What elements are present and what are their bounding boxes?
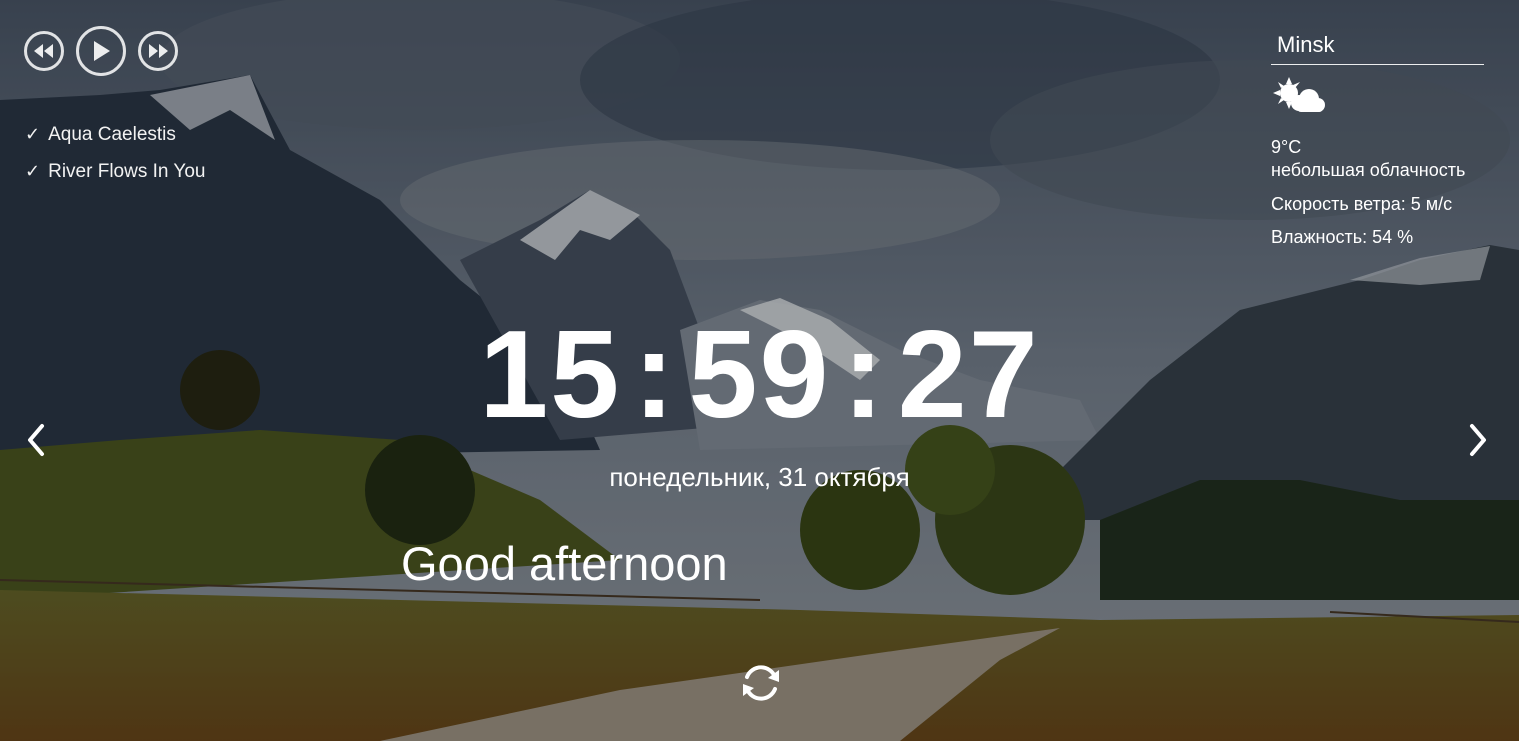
temperature: 9°C: [1271, 137, 1302, 157]
chevron-left-icon[interactable]: [22, 420, 52, 460]
weather-widget: 9°C небольшая облачность Скорость ветра:…: [1271, 30, 1484, 249]
rewind-icon: [34, 44, 53, 58]
current-date: понедельник, 31 октября: [609, 462, 910, 492]
playlist-item[interactable]: ✓ River Flows In You: [25, 153, 205, 190]
clock-seconds: 27: [897, 306, 1040, 444]
partly-cloudy-icon: [1273, 77, 1325, 112]
background-scene: ✓ Aqua Caelestis ✓ River Flows In You Mi…: [0, 0, 1519, 741]
wind-speed: Скорость ветра: 5 м/с: [1271, 194, 1453, 214]
play-icon: [94, 41, 110, 61]
play-button[interactable]: [76, 26, 126, 76]
playlist: ✓ Aqua Caelestis ✓ River Flows In You: [25, 116, 205, 190]
track-title: Aqua Caelestis: [48, 124, 176, 145]
chevron-right-icon[interactable]: [1462, 420, 1492, 460]
humidity: Влажность: 54 %: [1271, 227, 1414, 247]
greeting: Good afternoon: [401, 537, 728, 590]
track-title: River Flows In You: [48, 161, 206, 182]
playlist-item[interactable]: ✓ Aqua Caelestis: [25, 116, 205, 153]
clock-separator: :: [842, 306, 886, 444]
fast-forward-icon: [149, 44, 168, 58]
clock-separator: :: [633, 306, 677, 444]
audio-player: [24, 26, 178, 76]
clock: 15:59:27: [0, 300, 1519, 450]
clock-minutes: 59: [688, 306, 831, 444]
previous-track-button[interactable]: [24, 31, 64, 71]
clock-hours: 15: [479, 306, 622, 444]
refresh-icon[interactable]: [738, 660, 784, 706]
weather-description: небольшая облачность: [1271, 160, 1466, 180]
next-track-button[interactable]: [138, 31, 178, 71]
check-icon: ✓: [25, 124, 41, 144]
check-icon: ✓: [25, 161, 41, 181]
city-input[interactable]: [1271, 30, 1484, 65]
